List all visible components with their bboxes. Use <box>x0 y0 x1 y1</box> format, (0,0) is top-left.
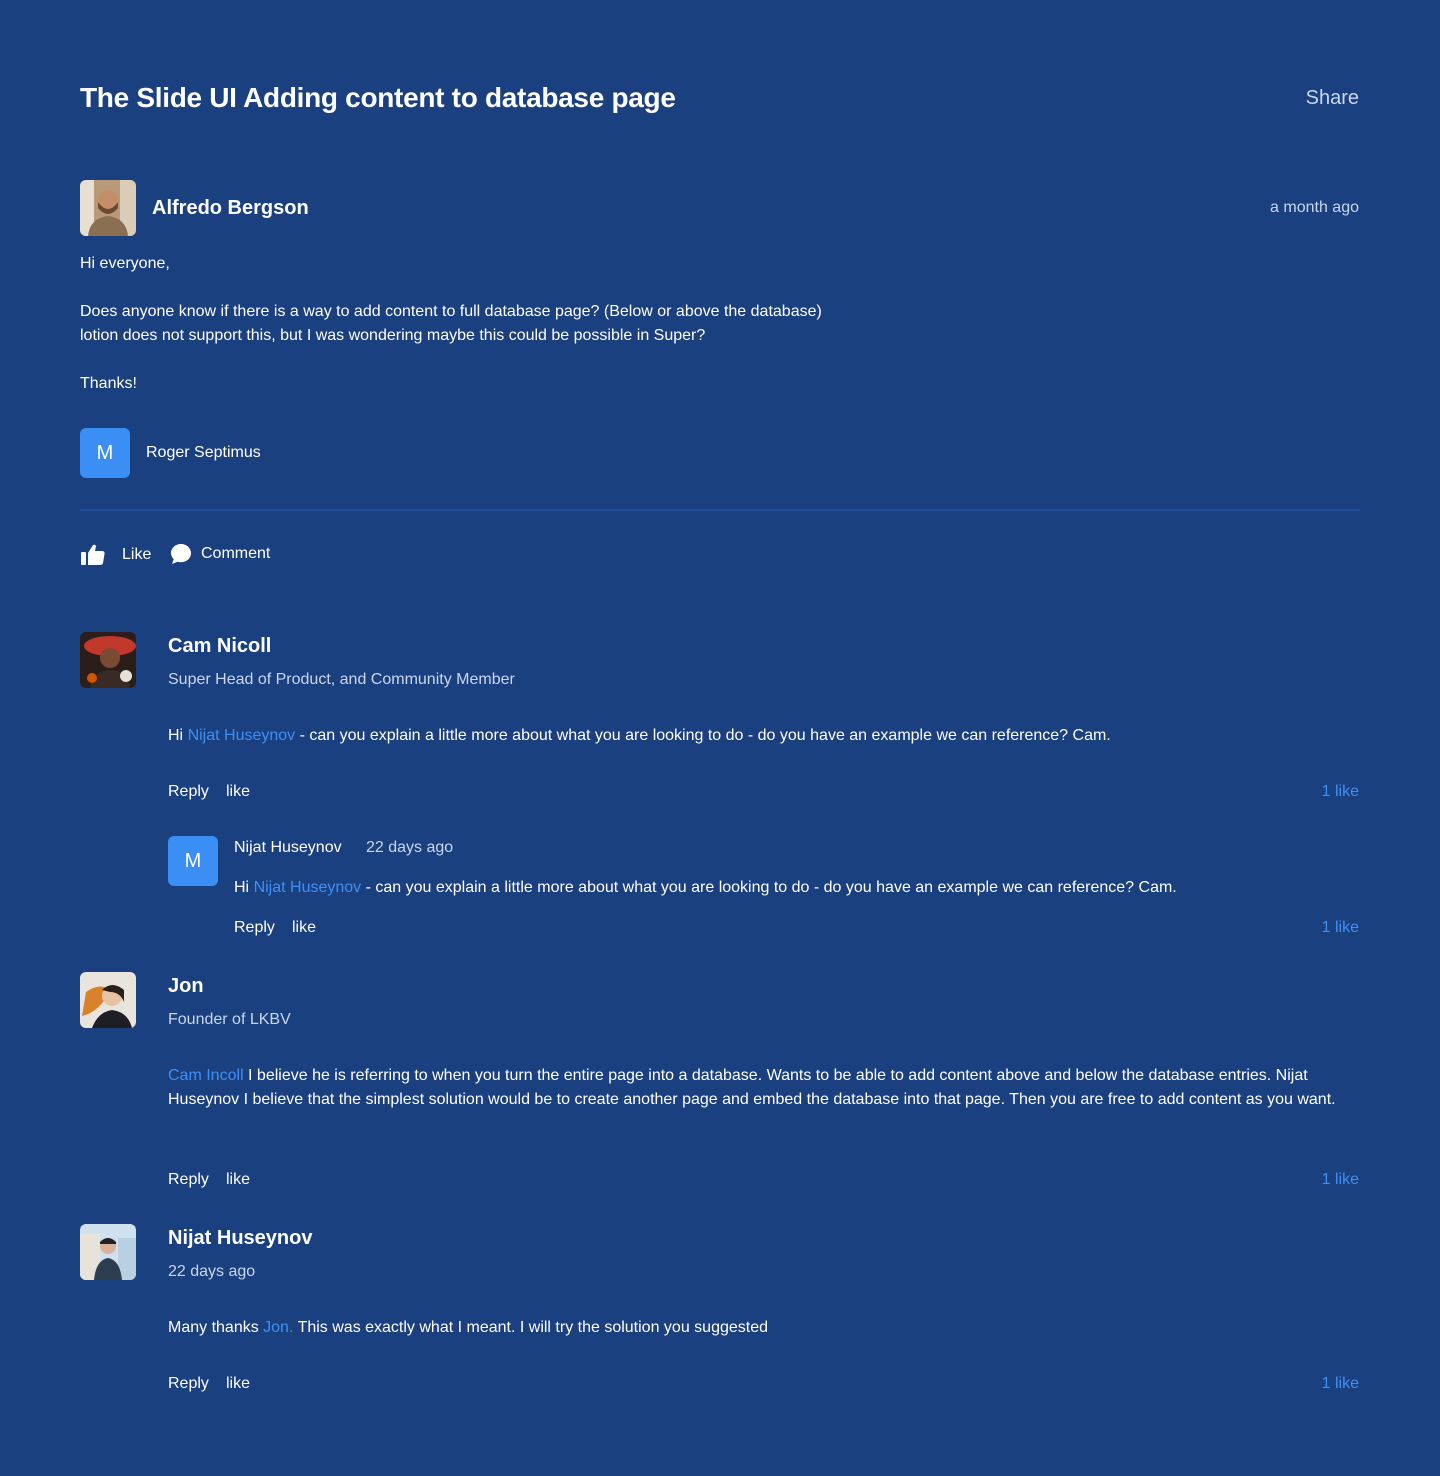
post-greeting: Hi everyone, <box>80 255 170 272</box>
comment-subtitle: Founder of LKBV <box>168 1011 291 1028</box>
like-action[interactable]: like <box>226 1374 250 1394</box>
comment-subtitle: 22 days ago <box>168 1263 256 1280</box>
like-button[interactable]: Like <box>80 543 151 567</box>
comment-author[interactable]: Jon <box>168 974 204 998</box>
mention-name[interactable]: Roger Septimus <box>146 441 261 465</box>
mention-link[interactable]: Cam Incoll <box>168 1067 244 1084</box>
reply-text: Hi Nijat Huseynov - can you explain a li… <box>234 876 1360 900</box>
avatar <box>80 1224 136 1280</box>
comment-text: Cam Incoll I believe he is referring to … <box>168 1064 1360 1112</box>
post-time: a month ago <box>1270 199 1359 216</box>
avatar <box>80 180 136 236</box>
like-count[interactable]: 1 like <box>1322 782 1359 802</box>
avatar <box>80 632 136 688</box>
share-button[interactable]: Share <box>1306 86 1359 110</box>
comment-author[interactable]: Nijat Huseynov <box>168 1226 312 1250</box>
comment-text-prefix: Hi <box>168 727 188 744</box>
reply-author[interactable]: Nijat Huseynov <box>234 836 342 860</box>
like-label: Like <box>122 546 152 563</box>
comment-text: Hi Nijat Huseynov - can you explain a li… <box>168 724 1360 748</box>
reply-button[interactable]: Reply <box>168 1170 209 1190</box>
comment-text-suffix: This was exactly what I meant. I will tr… <box>293 1319 768 1336</box>
divider <box>80 509 1360 511</box>
like-count[interactable]: 1 like <box>1322 1374 1359 1394</box>
mention-link[interactable]: Jon. <box>263 1319 293 1336</box>
like-action[interactable]: like <box>226 782 250 802</box>
comment-text-prefix: Many thanks <box>168 1319 264 1336</box>
thumbs-up-icon <box>80 543 106 567</box>
like-count[interactable]: 1 like <box>1322 1170 1359 1190</box>
reply-text-prefix: Hi <box>234 879 254 896</box>
post-thanks: Thanks! <box>80 375 137 392</box>
like-count[interactable]: 1 like <box>1322 918 1359 938</box>
reply-button[interactable]: Reply <box>168 1374 209 1394</box>
reply-button[interactable]: Reply <box>234 918 275 938</box>
post-line-1: Does anyone know if there is a way to ad… <box>80 303 822 320</box>
comment-text-suffix: - can you explain a little more about wh… <box>295 727 1111 744</box>
comment-bubble-icon <box>170 543 192 565</box>
comment-label: Comment <box>201 545 271 562</box>
avatar <box>80 972 136 1028</box>
mention-link[interactable]: Nijat Huseynov <box>188 727 296 744</box>
page-title: The Slide UI Adding content to database … <box>80 82 676 113</box>
mention-avatar: M <box>80 428 130 478</box>
reply-button[interactable]: Reply <box>168 782 209 802</box>
reply-text-suffix: - can you explain a little more about wh… <box>361 879 1177 896</box>
comment-author[interactable]: Cam Nicoll <box>168 634 271 658</box>
like-action[interactable]: like <box>292 918 316 938</box>
post-line-2: lotion does not support this, but I was … <box>80 327 706 344</box>
like-action[interactable]: like <box>226 1170 250 1190</box>
comment-text-suffix: I believe he is referring to when you tu… <box>168 1067 1336 1108</box>
reply-time: 22 days ago <box>366 839 454 856</box>
comment-text: Many thanks Jon. This was exactly what I… <box>168 1316 1360 1340</box>
comment-button[interactable]: Comment <box>170 543 270 565</box>
mention-link[interactable]: Nijat Huseynov <box>254 879 362 896</box>
comment-subtitle: Super Head of Product, and Community Mem… <box>168 671 515 688</box>
reply-avatar: M <box>168 836 218 886</box>
post-author[interactable]: Alfredo Bergson <box>152 196 309 220</box>
